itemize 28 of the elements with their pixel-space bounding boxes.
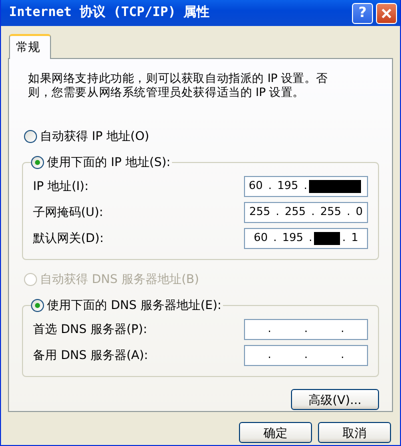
radio-label: 自动获得 DNS 服务器地址(B) [40, 271, 200, 288]
radio-button[interactable] [31, 156, 44, 168]
field-label: 备用 DNS 服务器(A): [33, 347, 148, 364]
dialog-button[interactable]: 确定 [239, 422, 312, 443]
intro-text: 如果网络支持此功能，则可以获取自动指派的 IP 设置。否则，您需要从网络系统管理员处获得适当的 IP 设置。 [28, 71, 330, 99]
field-label: 首选 DNS 服务器(P): [33, 321, 148, 338]
radio-button[interactable] [24, 130, 37, 142]
redaction-bar [314, 232, 340, 244]
help-button[interactable]: ? [352, 2, 373, 24]
close-icon [381, 8, 392, 18]
ip-address-field[interactable]: 60 . 195 . [244, 176, 368, 196]
redaction-bar [309, 180, 362, 192]
radio-label: 使用下面的 DNS 服务器地址(E): [47, 297, 222, 314]
ip-address-field[interactable]: 60 . 195 . . 1 [244, 228, 368, 248]
ip-address-field[interactable]: . . . [244, 344, 368, 366]
field-label: IP 地址(I): [33, 178, 89, 195]
radio-label: 自动获得 IP 地址(O) [40, 128, 150, 145]
field-label: 子网掩码(U): [33, 204, 104, 221]
radio-button[interactable] [31, 298, 44, 312]
radio-label: 使用下面的 IP 地址(S): [47, 154, 170, 171]
ip-address-field[interactable]: . . . [244, 318, 368, 340]
tab[interactable]: 常规 [9, 34, 51, 59]
window-title: Internet 协议 (TCP/IP) 属性 [9, 4, 210, 22]
field-label: 默认网关(D): [33, 230, 104, 247]
close-button[interactable] [376, 2, 397, 24]
dialog-button[interactable]: 取消 [318, 422, 391, 443]
advanced-button[interactable]: 高级(V)... [291, 389, 379, 410]
ip-address-field[interactable]: 255 . 255 . 255 . 0 [244, 202, 368, 222]
